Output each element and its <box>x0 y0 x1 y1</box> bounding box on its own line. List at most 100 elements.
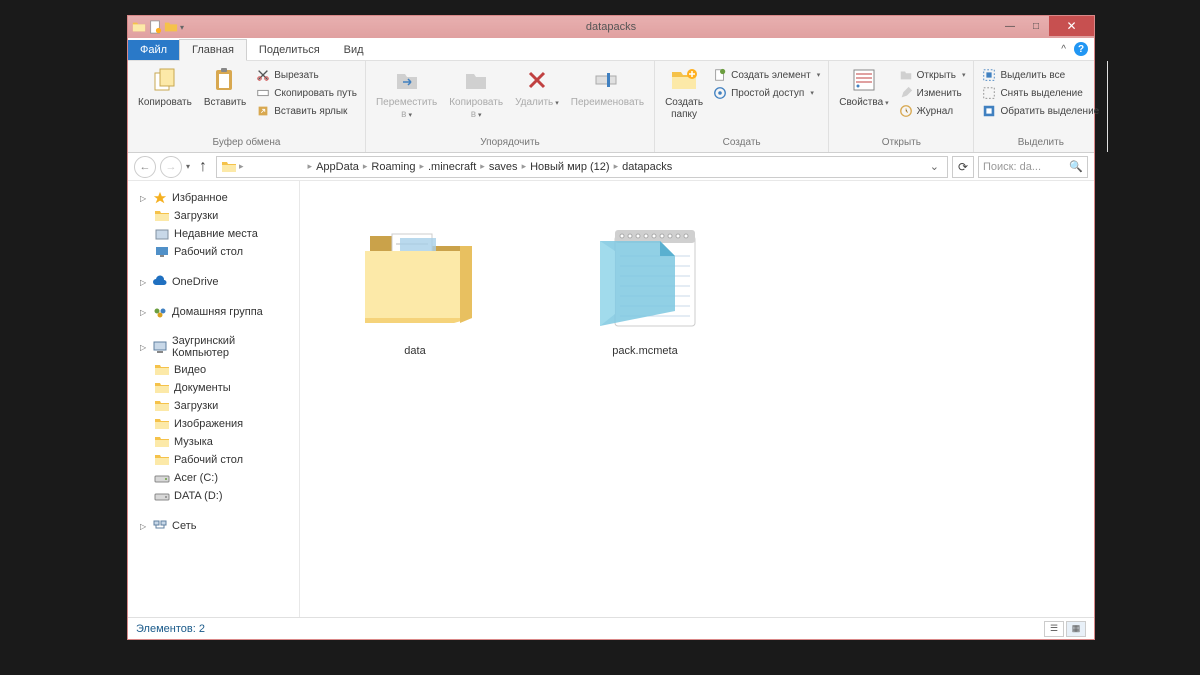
sidebar-onedrive[interactable]: ▷OneDrive <box>132 273 295 291</box>
move-to-button[interactable]: Переместить в▾ <box>372 63 441 123</box>
ribbon-group-open: Свойства▾ Открыть▾ Изменить Журнал Откры… <box>829 61 974 152</box>
sidebar-network[interactable]: ▷Сеть <box>132 517 295 535</box>
sidebar-item-drive-c[interactable]: Acer (C:) <box>132 469 295 487</box>
breadcrumb-segment[interactable]: .minecraft <box>426 161 478 173</box>
easy-access-button[interactable]: Простой доступ▾ <box>711 85 822 101</box>
main-area: ▷Избранное Загрузки Недавние места Рабоч… <box>128 181 1094 617</box>
folder-icon <box>132 20 146 34</box>
delete-button[interactable]: Удалить▾ <box>511 63 563 111</box>
copy-path-button[interactable]: Скопировать путь <box>254 85 359 101</box>
breadcrumb-segment[interactable]: Roaming <box>369 161 417 173</box>
view-icons-button[interactable]: ▦ <box>1066 621 1086 637</box>
tab-home[interactable]: Главная <box>179 39 247 61</box>
history-icon <box>899 104 913 118</box>
file-item-text[interactable]: pack.mcmeta <box>570 201 720 357</box>
folder-icon <box>154 453 170 467</box>
paste-button[interactable]: Вставить <box>200 63 250 111</box>
history-button[interactable]: Журнал <box>897 103 968 119</box>
folder-icon[interactable] <box>164 20 178 34</box>
view-details-button[interactable]: ☰ <box>1044 621 1064 637</box>
ribbon-collapse-icon[interactable]: ^ <box>1061 44 1066 55</box>
address-bar: ← → ▾ ↑ ▸ ▸ AppData▸ Roaming▸ .minecraft… <box>128 153 1094 181</box>
forward-button[interactable]: → <box>160 156 182 178</box>
rename-button[interactable]: Переименовать <box>567 63 648 111</box>
tab-view[interactable]: Вид <box>332 40 376 60</box>
copy-icon <box>151 66 179 94</box>
tab-share[interactable]: Поделиться <box>247 40 332 60</box>
sidebar-item-drive-d[interactable]: DATA (D:) <box>132 487 295 505</box>
file-list[interactable]: data pack.mcmeta <box>300 181 1094 617</box>
sidebar-item-desktop2[interactable]: Рабочий стол <box>132 451 295 469</box>
sidebar-homegroup[interactable]: ▷Домашняя группа <box>132 303 295 321</box>
chevron-down-icon[interactable]: ⌄ <box>930 160 939 173</box>
breadcrumb-segment[interactable]: AppData <box>314 161 361 173</box>
new-item-button[interactable]: Создать элемент▾ <box>711 67 822 83</box>
sidebar-item-pictures[interactable]: Изображения <box>132 415 295 433</box>
breadcrumb-segment[interactable]: datapacks <box>620 161 674 173</box>
new-folder-icon <box>669 66 699 94</box>
edit-icon <box>899 86 913 100</box>
move-icon <box>393 66 421 94</box>
qat-icons: ▾ <box>128 20 188 34</box>
rename-icon <box>593 66 621 94</box>
ribbon-group-organize: Переместить в▾ Копировать в▾ Удалить▾ Пе… <box>366 61 655 152</box>
file-item-folder[interactable]: data <box>340 201 490 357</box>
window-controls: — □ ✕ <box>997 16 1094 36</box>
sidebar-favorites[interactable]: ▷Избранное <box>132 189 295 207</box>
copy-button[interactable]: Копировать <box>134 63 196 111</box>
easy-access-icon <box>713 86 727 100</box>
recent-dropdown-icon[interactable]: ▾ <box>186 162 190 171</box>
breadcrumb-segment[interactable]: Новый мир (12) <box>528 161 611 173</box>
status-text: Элементов: 2 <box>136 623 205 635</box>
paste-shortcut-button[interactable]: Вставить ярлык <box>254 103 359 119</box>
select-all-button[interactable]: Выделить все <box>980 67 1101 83</box>
cloud-icon <box>152 275 168 289</box>
qat-dropdown-icon[interactable]: ▾ <box>180 23 184 32</box>
cut-button[interactable]: Вырезать <box>254 67 359 83</box>
path-icon <box>256 86 270 100</box>
drive-icon <box>154 471 170 485</box>
sidebar-item-documents[interactable]: Документы <box>132 379 295 397</box>
select-all-icon <box>982 68 996 82</box>
help-icon[interactable]: ? <box>1074 42 1088 56</box>
breadcrumb[interactable]: ▸ ▸ AppData▸ Roaming▸ .minecraft▸ saves▸… <box>216 156 948 178</box>
close-button[interactable]: ✕ <box>1049 16 1094 36</box>
sidebar-item-downloads[interactable]: Загрузки <box>132 207 295 225</box>
ribbon-group-select: Выделить все Снять выделение Обратить вы… <box>974 61 1108 152</box>
sidebar-item-desktop[interactable]: Рабочий стол <box>132 243 295 261</box>
properties-button[interactable]: Свойства▾ <box>835 63 892 111</box>
new-doc-icon[interactable] <box>148 20 162 34</box>
sidebar-item-music[interactable]: Музыка <box>132 433 295 451</box>
minimize-button[interactable]: — <box>997 16 1023 36</box>
status-bar: Элементов: 2 ☰ ▦ <box>128 617 1094 639</box>
breadcrumb-segment[interactable]: saves <box>487 161 520 173</box>
homegroup-icon <box>152 305 168 319</box>
sidebar-item-recent[interactable]: Недавние места <box>132 225 295 243</box>
sidebar-item-downloads2[interactable]: Загрузки <box>132 397 295 415</box>
sidebar-computer[interactable]: ▷Заугринский Компьютер <box>132 333 295 361</box>
search-input[interactable]: Поиск: da... 🔍 <box>978 156 1088 178</box>
folder-icon <box>154 363 170 377</box>
file-label: data <box>404 345 425 357</box>
open-folder-icon <box>350 206 480 336</box>
maximize-button[interactable]: □ <box>1023 16 1049 36</box>
refresh-button[interactable]: ⟳ <box>952 156 974 178</box>
paste-icon <box>211 66 239 94</box>
tab-file[interactable]: Файл <box>128 40 179 60</box>
folder-icon <box>154 417 170 431</box>
notepad-icon <box>580 206 710 336</box>
edit-button[interactable]: Изменить <box>897 85 968 101</box>
copy-to-button[interactable]: Копировать в▾ <box>445 63 507 123</box>
shortcut-icon <box>256 104 270 118</box>
open-button[interactable]: Открыть▾ <box>897 67 968 83</box>
select-none-icon <box>982 86 996 100</box>
explorer-window: ▾ datapacks — □ ✕ Файл Главная Поделитьс… <box>127 15 1095 640</box>
invert-selection-button[interactable]: Обратить выделение <box>980 103 1101 119</box>
back-button[interactable]: ← <box>134 156 156 178</box>
new-folder-button[interactable]: Создать папку <box>661 63 707 123</box>
up-button[interactable]: ↑ <box>194 158 212 176</box>
select-none-button[interactable]: Снять выделение <box>980 85 1101 101</box>
ribbon-group-new: Создать папку Создать элемент▾ Простой д… <box>655 61 829 152</box>
sidebar-item-videos[interactable]: Видео <box>132 361 295 379</box>
file-label: pack.mcmeta <box>612 345 677 357</box>
